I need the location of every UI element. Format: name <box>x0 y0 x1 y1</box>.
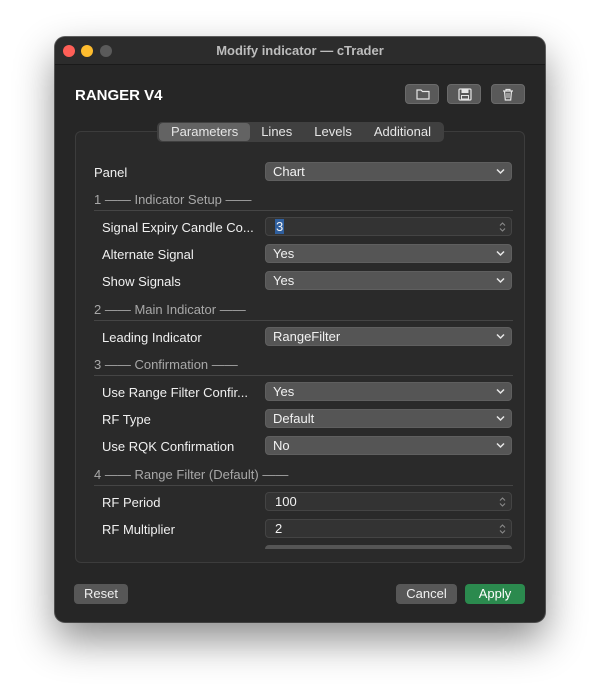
field-row: Use RQK Confirmation No <box>76 436 524 456</box>
alternate-signal-select[interactable]: Yes <box>265 244 512 263</box>
chevron-down-icon <box>496 388 505 395</box>
chevron-down-icon <box>496 250 505 257</box>
section-range-filter: 4 —— Range Filter (Default) —— <box>76 464 524 486</box>
field-row: Signal Expiry Candle Co... 3 <box>76 217 524 237</box>
next-field-partial[interactable] <box>265 545 512 549</box>
field-label: Signal Expiry Candle Co... <box>102 220 254 235</box>
window-title: Modify indicator — cTrader <box>216 43 384 58</box>
field-value: Yes <box>273 384 295 399</box>
field-label: Alternate Signal <box>102 247 194 262</box>
field-value: Yes <box>273 273 295 288</box>
modify-indicator-window: Modify indicator — cTrader RANGER V4 Par… <box>55 37 545 622</box>
show-signals-select[interactable]: Yes <box>265 271 512 290</box>
section-divider <box>94 485 513 486</box>
apply-button[interactable]: Apply <box>465 584 525 604</box>
delete-button[interactable] <box>491 84 525 104</box>
use-rqk-confirmation-select[interactable]: No <box>265 436 512 455</box>
field-value: RangeFilter <box>273 329 341 344</box>
stepper-arrows-icon <box>499 524 506 534</box>
panel-row: Panel Chart <box>76 162 524 182</box>
tab-lines[interactable]: Lines <box>250 123 303 141</box>
titlebar: Modify indicator — cTrader <box>55 37 545 65</box>
section-main-indicator: 2 —— Main Indicator —— <box>76 299 524 321</box>
section-divider <box>94 375 513 376</box>
parameters-panel: Panel Chart 1 —— Indicator Setup —— Sign… <box>75 131 525 563</box>
field-value: Default <box>273 411 315 426</box>
tab-bar: Parameters Lines Levels Additional <box>157 122 444 142</box>
tab-additional[interactable]: Additional <box>363 123 442 141</box>
chevron-down-icon <box>496 442 505 449</box>
field-label: RF Multiplier <box>102 522 175 537</box>
panel-value: Chart <box>273 164 305 179</box>
field-value: No <box>273 438 290 453</box>
rf-period-stepper[interactable]: 100 <box>265 492 512 511</box>
chevron-down-icon <box>496 333 505 340</box>
indicator-name: RANGER V4 <box>75 87 163 104</box>
cancel-button[interactable]: Cancel <box>396 584 457 604</box>
field-row: Alternate Signal Yes <box>76 244 524 264</box>
chevron-down-icon <box>496 415 505 422</box>
section-title: 3 —— Confirmation —— <box>94 357 238 372</box>
chevron-down-icon <box>496 168 505 175</box>
field-label: Use RQK Confirmation <box>102 439 235 454</box>
section-title: 2 —— Main Indicator —— <box>94 302 246 317</box>
trash-icon <box>503 88 513 101</box>
tab-levels[interactable]: Levels <box>303 123 363 141</box>
rf-multiplier-stepper[interactable]: 2 <box>265 519 512 538</box>
field-value: Yes <box>273 246 295 261</box>
leading-indicator-select[interactable]: RangeFilter <box>265 327 512 346</box>
signal-expiry-stepper[interactable]: 3 <box>265 217 512 236</box>
tab-parameters[interactable]: Parameters <box>159 123 251 141</box>
field-label: Show Signals <box>102 274 181 289</box>
field-label: Use Range Filter Confir... <box>102 385 248 400</box>
field-label: Leading Indicator <box>102 330 202 345</box>
save-icon <box>458 88 472 101</box>
panel-select[interactable]: Chart <box>265 162 512 181</box>
field-row: Leading Indicator RangeFilter <box>76 327 524 347</box>
open-template-button[interactable] <box>405 84 439 104</box>
panel-label: Panel <box>94 165 128 180</box>
section-title: 1 —— Indicator Setup —— <box>94 192 252 207</box>
field-value: 3 <box>275 219 285 234</box>
stepper-arrows-icon <box>499 222 506 232</box>
use-range-filter-select[interactable]: Yes <box>265 382 512 401</box>
reset-button[interactable]: Reset <box>74 584 128 604</box>
field-row: Show Signals Yes <box>76 271 524 291</box>
section-confirmation: 3 —— Confirmation —— <box>76 354 524 376</box>
field-row: RF Type Default <box>76 409 524 429</box>
section-title: 4 —— Range Filter (Default) —— <box>94 467 289 482</box>
folder-icon <box>416 89 430 100</box>
field-label: RF Type <box>102 412 151 427</box>
field-row: RF Multiplier 2 <box>76 519 524 539</box>
field-row: RF Period 100 <box>76 492 524 512</box>
section-divider <box>94 320 513 321</box>
chevron-down-icon <box>496 277 505 284</box>
field-row: Use Range Filter Confir... Yes <box>76 382 524 402</box>
section-divider <box>94 210 513 211</box>
rf-type-select[interactable]: Default <box>265 409 512 428</box>
field-label: RF Period <box>102 495 161 510</box>
save-template-button[interactable] <box>447 84 481 104</box>
field-value: 2 <box>275 521 283 536</box>
stepper-arrows-icon <box>499 497 506 507</box>
section-indicator-setup: 1 —— Indicator Setup —— <box>76 189 524 211</box>
field-value: 100 <box>275 494 297 509</box>
